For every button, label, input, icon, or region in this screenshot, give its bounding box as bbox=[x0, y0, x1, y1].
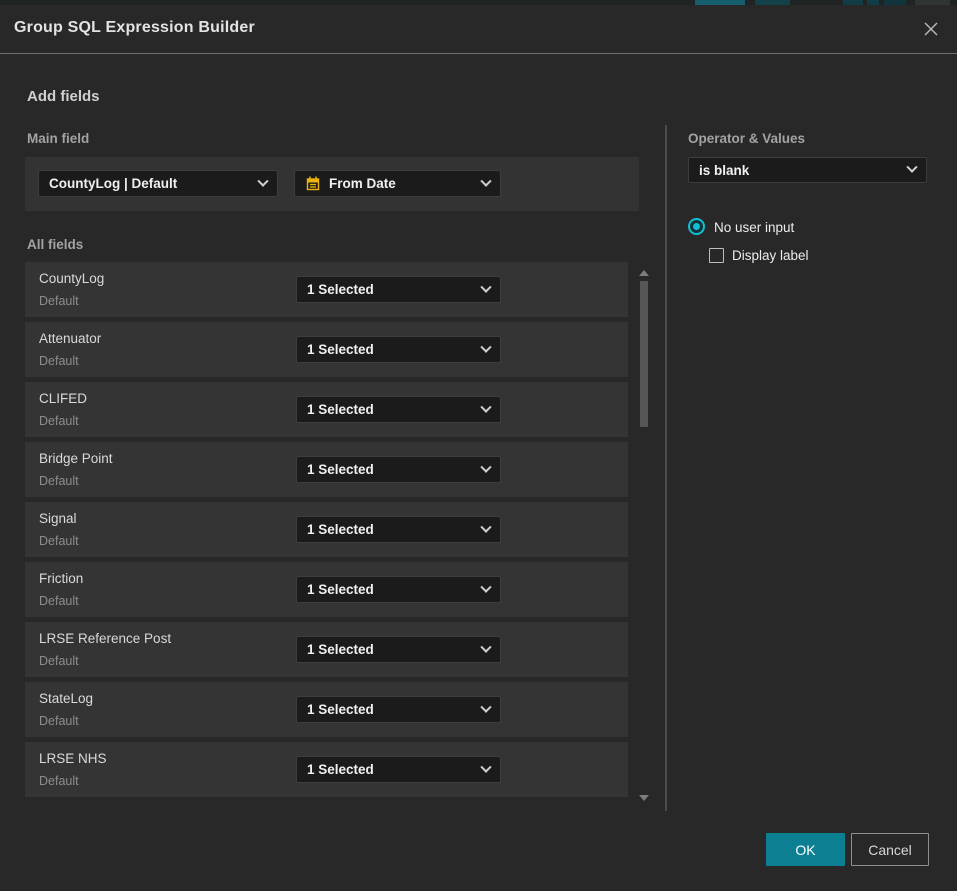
field-selection-dropdown[interactable]: 1 Selected bbox=[296, 456, 501, 483]
field-selection-dropdown[interactable]: 1 Selected bbox=[296, 696, 501, 723]
chevron-down-icon bbox=[480, 761, 491, 772]
field-row-statelog: StateLog Default 1 Selected bbox=[25, 682, 628, 737]
chevron-down-icon bbox=[480, 401, 491, 412]
dialog-title: Group SQL Expression Builder bbox=[14, 19, 255, 37]
main-field-layer-select[interactable]: CountyLog | Default bbox=[38, 170, 278, 197]
field-selection-value: 1 Selected bbox=[307, 402, 374, 417]
field-name: Signal bbox=[39, 511, 77, 526]
radio-selected-dot bbox=[693, 223, 700, 230]
cancel-button[interactable]: Cancel bbox=[851, 833, 929, 866]
field-selection-dropdown[interactable]: 1 Selected bbox=[296, 276, 501, 303]
operator-select-value: is blank bbox=[699, 163, 749, 178]
field-selection-dropdown[interactable]: 1 Selected bbox=[296, 756, 501, 783]
field-selection-dropdown[interactable]: 1 Selected bbox=[296, 576, 501, 603]
dialog-header: Group SQL Expression Builder bbox=[0, 5, 957, 54]
calendar-date-icon bbox=[305, 175, 321, 192]
main-field-layer-select-value: CountyLog | Default bbox=[49, 176, 177, 191]
field-type: Default bbox=[39, 774, 79, 788]
field-name: Friction bbox=[39, 571, 83, 586]
field-name: CLIFED bbox=[39, 391, 87, 406]
field-selection-dropdown[interactable]: 1 Selected bbox=[296, 336, 501, 363]
field-row-bridge-point: Bridge Point Default 1 Selected bbox=[25, 442, 628, 497]
chevron-down-icon bbox=[480, 281, 491, 292]
field-selection-value: 1 Selected bbox=[307, 762, 374, 777]
chevron-down-icon bbox=[257, 175, 268, 186]
chevron-down-icon bbox=[480, 521, 491, 532]
no-user-input-label: No user input bbox=[714, 220, 794, 235]
field-selection-value: 1 Selected bbox=[307, 282, 374, 297]
main-field-field-select[interactable]: From Date bbox=[294, 170, 501, 197]
field-name: Attenuator bbox=[39, 331, 101, 346]
chevron-down-icon bbox=[480, 341, 491, 352]
main-field-label: Main field bbox=[27, 131, 89, 146]
chevron-down-icon bbox=[480, 175, 491, 186]
panel-divider bbox=[665, 125, 667, 811]
field-name: StateLog bbox=[39, 691, 93, 706]
field-type: Default bbox=[39, 714, 79, 728]
field-row-lrse-reference-post: LRSE Reference Post Default 1 Selected bbox=[25, 622, 628, 677]
field-selection-value: 1 Selected bbox=[307, 342, 374, 357]
field-type: Default bbox=[39, 354, 79, 368]
field-type: Default bbox=[39, 474, 79, 488]
field-selection-value: 1 Selected bbox=[307, 462, 374, 477]
field-row-clifed: CLIFED Default 1 Selected bbox=[25, 382, 628, 437]
field-selection-value: 1 Selected bbox=[307, 582, 374, 597]
field-row-friction: Friction Default 1 Selected bbox=[25, 562, 628, 617]
field-row-attenuator: Attenuator Default 1 Selected bbox=[25, 322, 628, 377]
scrollbar-thumb[interactable] bbox=[640, 281, 648, 427]
chevron-down-icon bbox=[480, 461, 491, 472]
main-field-field-select-value: From Date bbox=[329, 176, 396, 191]
chevron-down-icon bbox=[906, 162, 917, 173]
field-type: Default bbox=[39, 414, 79, 428]
scroll-down-icon[interactable] bbox=[639, 795, 649, 801]
field-selection-value: 1 Selected bbox=[307, 642, 374, 657]
no-user-input-radio[interactable] bbox=[688, 218, 705, 235]
main-field-panel: CountyLog | Default From Date bbox=[25, 157, 639, 211]
field-type: Default bbox=[39, 654, 79, 668]
field-selection-dropdown[interactable]: 1 Selected bbox=[296, 516, 501, 543]
scroll-up-icon[interactable] bbox=[639, 270, 649, 276]
field-name: LRSE NHS bbox=[39, 751, 107, 766]
field-selection-dropdown[interactable]: 1 Selected bbox=[296, 636, 501, 663]
field-type: Default bbox=[39, 294, 79, 308]
field-selection-value: 1 Selected bbox=[307, 702, 374, 717]
list-scrollbar[interactable] bbox=[638, 265, 650, 803]
operator-select[interactable]: is blank bbox=[688, 157, 927, 183]
field-type: Default bbox=[39, 534, 79, 548]
add-fields-heading: Add fields bbox=[27, 88, 100, 105]
field-row-signal: Signal Default 1 Selected bbox=[25, 502, 628, 557]
ok-button[interactable]: OK bbox=[766, 833, 845, 866]
chevron-down-icon bbox=[480, 641, 491, 652]
group-sql-expression-builder-dialog: Group SQL Expression Builder Add fields … bbox=[0, 5, 957, 891]
field-name: LRSE Reference Post bbox=[39, 631, 171, 646]
field-selection-dropdown[interactable]: 1 Selected bbox=[296, 396, 501, 423]
field-type: Default bbox=[39, 594, 79, 608]
field-name: Bridge Point bbox=[39, 451, 113, 466]
operator-values-label: Operator & Values bbox=[688, 131, 805, 146]
display-label-label: Display label bbox=[732, 248, 809, 263]
close-icon[interactable] bbox=[919, 17, 943, 41]
field-row-lrse-nhs: LRSE NHS Default 1 Selected bbox=[25, 742, 628, 797]
all-fields-label: All fields bbox=[27, 237, 83, 252]
all-fields-list: CountyLog Default 1 Selected Attenuator … bbox=[25, 262, 628, 798]
chevron-down-icon bbox=[480, 581, 491, 592]
field-selection-value: 1 Selected bbox=[307, 522, 374, 537]
display-label-checkbox[interactable] bbox=[709, 248, 724, 263]
field-name: CountyLog bbox=[39, 271, 104, 286]
chevron-down-icon bbox=[480, 701, 491, 712]
field-row-countylog: CountyLog Default 1 Selected bbox=[25, 262, 628, 317]
